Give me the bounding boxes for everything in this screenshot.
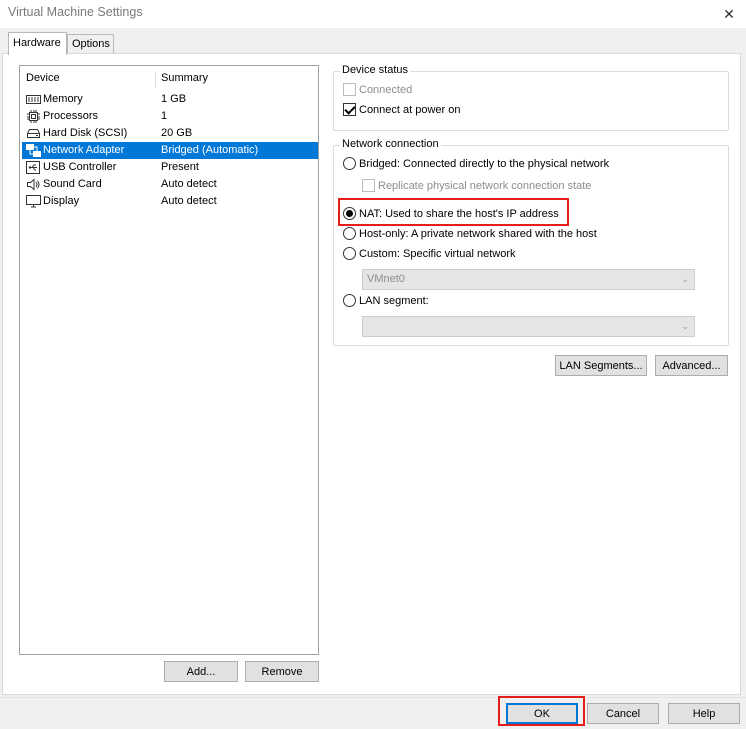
cancel-button[interactable]: Cancel [587,703,659,724]
connected-checkbox[interactable]: Connected [343,83,412,96]
network-connection-title: Network connection [340,138,441,150]
lan-segment-radio-circle[interactable] [343,294,356,307]
help-button[interactable]: Help [668,703,740,724]
device-summary: 20 GB [161,127,193,139]
column-header-device[interactable]: Device [26,72,60,84]
device-summary: 1 [161,110,168,122]
connect-at-power-on-checkbox-box[interactable] [343,103,356,116]
title-bar: Virtual Machine Settings ✕ [0,0,746,28]
remove-device-button[interactable]: Remove [245,661,319,682]
nat-highlight-box [338,198,569,226]
device-summary: Auto detect [161,195,217,207]
lan-segment-select[interactable]: ⌄ [362,316,695,337]
custom-network-select[interactable]: VMnet0 ⌄ [362,269,695,290]
memory-icon [26,95,41,104]
tab-options[interactable]: Options [67,34,114,53]
device-name: USB Controller [43,161,117,173]
device-list-header: Device Summary [20,72,318,88]
device-summary: Auto detect [161,178,217,190]
device-row-display[interactable]: Display Auto detect [22,193,318,210]
close-icon: ✕ [723,5,735,22]
connected-label: Connected [359,83,413,96]
advanced-button[interactable]: Advanced... [655,355,728,376]
custom-network-value: VMnet0 [367,273,405,285]
tab-hardware[interactable]: Hardware [8,32,67,55]
custom-radio[interactable]: Custom: Specific virtual network [343,247,516,260]
connect-at-power-on-checkbox[interactable]: Connect at power on [343,103,461,116]
device-row-network-adapter[interactable]: Network Adapter Bridged (Automatic) [22,142,318,159]
footer-divider [0,697,746,698]
custom-label: Custom: Specific virtual network [359,247,516,260]
host-only-radio[interactable]: Host-only: A private network shared with… [343,227,597,240]
ok-highlight-box [498,696,585,726]
network-adapter-icon [26,144,41,157]
chevron-down-icon: ⌄ [681,321,689,331]
bridged-radio[interactable]: Bridged: Connected directly to the physi… [343,157,609,170]
device-summary: Present [161,161,199,173]
window-title: Virtual Machine Settings [8,5,143,19]
bridged-label: Bridged: Connected directly to the physi… [359,157,610,170]
device-row-sound-card[interactable]: Sound Card Auto detect [22,176,318,193]
replicate-state-checkbox-box[interactable] [362,179,375,192]
device-summary: Bridged (Automatic) [161,144,259,156]
device-summary: 1 GB [161,93,187,105]
connect-at-power-on-label: Connect at power on [359,103,461,116]
tab-hardware-label: Hardware [13,37,61,49]
device-row-hard-disk[interactable]: Hard Disk (SCSI) 20 GB [22,125,318,142]
device-name: Sound Card [43,178,102,190]
usb-icon [26,161,40,174]
lan-segment-radio[interactable]: LAN segment: [343,294,429,307]
close-button[interactable]: ✕ [712,0,746,28]
chevron-down-icon: ⌄ [681,274,689,284]
device-name: Display [43,195,80,207]
tab-options-label: Options [72,38,110,50]
host-only-radio-circle[interactable] [343,227,356,240]
processor-icon [27,110,40,123]
device-status-title: Device status [340,64,411,76]
host-only-label: Host-only: A private network shared with… [359,227,597,240]
lan-segment-label: LAN segment: [359,294,429,307]
column-divider[interactable] [155,72,156,88]
column-header-summary[interactable]: Summary [161,72,208,84]
device-name: Memory [43,93,83,105]
device-name: Network Adapter [43,144,125,156]
device-name: Hard Disk (SCSI) [43,127,128,139]
lan-segments-button[interactable]: LAN Segments... [555,355,647,376]
replicate-state-checkbox[interactable]: Replicate physical network connection st… [362,179,591,192]
connected-checkbox-box[interactable] [343,83,356,96]
hard-disk-icon [27,129,40,138]
custom-radio-circle[interactable] [343,247,356,260]
device-list[interactable]: Device Summary Memory 1 GB Processors 1 [19,65,319,655]
device-status-group: Device status [333,64,729,131]
device-row-usb-controller[interactable]: USB Controller Present [22,159,318,176]
bridged-radio-circle[interactable] [343,157,356,170]
add-device-button[interactable]: Add... [164,661,238,682]
device-row-memory[interactable]: Memory 1 GB [22,91,318,108]
replicate-state-label: Replicate physical network connection st… [378,179,592,192]
display-icon [26,195,41,208]
sound-icon [27,178,40,191]
device-row-processors[interactable]: Processors 1 [22,108,318,125]
device-name: Processors [43,110,99,122]
